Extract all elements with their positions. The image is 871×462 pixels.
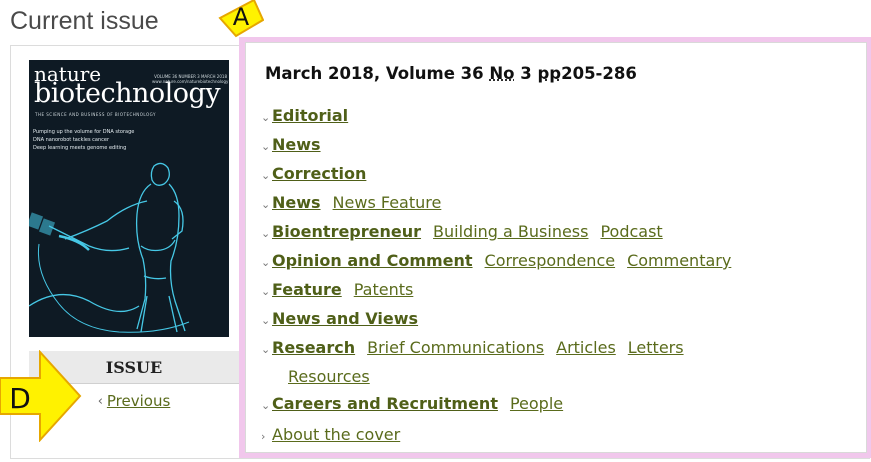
section-link-feature[interactable]: Feature (272, 280, 342, 299)
list-item: ⌄ Editorial (261, 102, 731, 131)
list-item: ⌄ Correction (261, 160, 731, 189)
cover-guitarist-illustration (29, 162, 190, 333)
number-abbreviation: No (489, 64, 515, 83)
cover-meta: VOLUME 36 NUMBER 3 MARCH 2018 www.nature… (152, 74, 229, 84)
section-list: ⌄ Editorial ⌄ News ⌄ Correction ⌄ News News F… (261, 102, 731, 419)
section-link-news[interactable]: News (272, 135, 321, 154)
page-range: 205-286 (561, 64, 637, 83)
annotation-a-arrow: A (218, 0, 264, 38)
section-link-opinion-and-comment[interactable]: Opinion and Comment (272, 251, 473, 270)
chevron-down-icon: ⌄ (261, 198, 271, 211)
chevron-down-icon: ⌄ (261, 343, 271, 356)
subsection-link-articles[interactable]: Articles (556, 338, 616, 357)
issue-info: March 2018, Volume 36 No 3 pp205-286 (265, 64, 637, 83)
list-item: Resources (261, 363, 731, 390)
subsection-link-correspondence[interactable]: Correspondence (485, 251, 616, 270)
issue-date-volume: March 2018, Volume 36 (265, 64, 490, 83)
chevron-down-icon: ⌄ (261, 399, 271, 412)
about-cover-row: › About the cover (261, 425, 400, 444)
chevron-down-icon: ⌄ (261, 140, 271, 153)
chevron-down-icon: ⌄ (261, 227, 271, 240)
chevron-left-icon: ‹ (97, 393, 103, 409)
table-of-contents-panel: March 2018, Volume 36 No 3 pp205-286 ⌄ Ed… (239, 37, 871, 458)
subsection-link-building-a-business[interactable]: Building a Business (433, 222, 588, 241)
previous-issue-link[interactable]: Previous (107, 392, 170, 410)
section-link-research[interactable]: Research (272, 338, 355, 357)
subsection-link-patents[interactable]: Patents (354, 280, 414, 299)
chevron-right-icon: › (261, 430, 266, 443)
section-link-careers-and-recruitment[interactable]: Careers and Recruitment (272, 394, 498, 413)
cover-headline: Pumping up the volume for DNA storage (33, 129, 135, 135)
cover-headlines: Pumping up the volume for DNA storage DN… (33, 128, 134, 152)
about-the-cover-link[interactable]: About the cover (272, 425, 400, 444)
chevron-down-icon: ⌄ (261, 111, 271, 124)
list-item: ⌄ Feature Patents (261, 276, 731, 305)
list-item: ⌄ Bioentrepreneur Building a Business Podca… (261, 218, 731, 247)
page-title: Current issue (10, 7, 159, 35)
chevron-down-icon: ⌄ (261, 285, 271, 298)
subsection-link-commentary[interactable]: Commentary (627, 251, 731, 270)
list-item: ⌄ Opinion and Comment Correspondence Commen… (261, 247, 731, 276)
section-link-editorial[interactable]: Editorial (272, 106, 348, 125)
pages-abbreviation: pp (537, 64, 562, 83)
list-item: ⌄ News and Views (261, 305, 731, 334)
issue-number: 3 (514, 64, 538, 83)
subsection-link-letters[interactable]: Letters (628, 338, 684, 357)
subsection-link-podcast[interactable]: Podcast (600, 222, 662, 241)
annotation-d-label: D (9, 382, 31, 415)
cover-headline: DNA nanorobot tackles cancer (33, 137, 110, 143)
chevron-down-icon: ⌄ (261, 169, 271, 182)
section-link-correction[interactable]: Correction (272, 164, 366, 183)
subsection-link-people[interactable]: People (510, 394, 563, 413)
cover-image[interactable]: nature biotechnology VOLUME 36 NUMBER 3 … (29, 60, 229, 337)
subsection-link-brief-communications[interactable]: Brief Communications (367, 338, 544, 357)
subsection-link-news-feature[interactable]: News Feature (333, 193, 442, 212)
list-item: ⌄ Careers and Recruitment People (261, 390, 731, 419)
subsection-link-resources[interactable]: Resources (288, 367, 370, 386)
list-item: ⌄ Research Brief Communications Articles Let… (261, 334, 731, 363)
chevron-down-icon: ⌄ (261, 256, 271, 269)
list-item: ⌄ News (261, 131, 731, 160)
section-link-news-2[interactable]: News (272, 193, 321, 212)
annotation-d-arrow: D (0, 350, 82, 442)
section-link-bioentrepreneur[interactable]: Bioentrepreneur (272, 222, 421, 241)
cover-headline: Deep learning meets genome editing (33, 145, 127, 151)
list-item: ⌄ News News Feature (261, 189, 731, 218)
section-link-news-and-views[interactable]: News and Views (272, 309, 418, 328)
cover-tagline: THE SCIENCE AND BUSINESS OF BIOTECHNOLOG… (35, 112, 156, 117)
chevron-down-icon: ⌄ (261, 314, 271, 327)
annotation-a-label: A (233, 3, 250, 31)
cover-meta-url: www.nature.com/naturebiotechnology (152, 79, 229, 84)
